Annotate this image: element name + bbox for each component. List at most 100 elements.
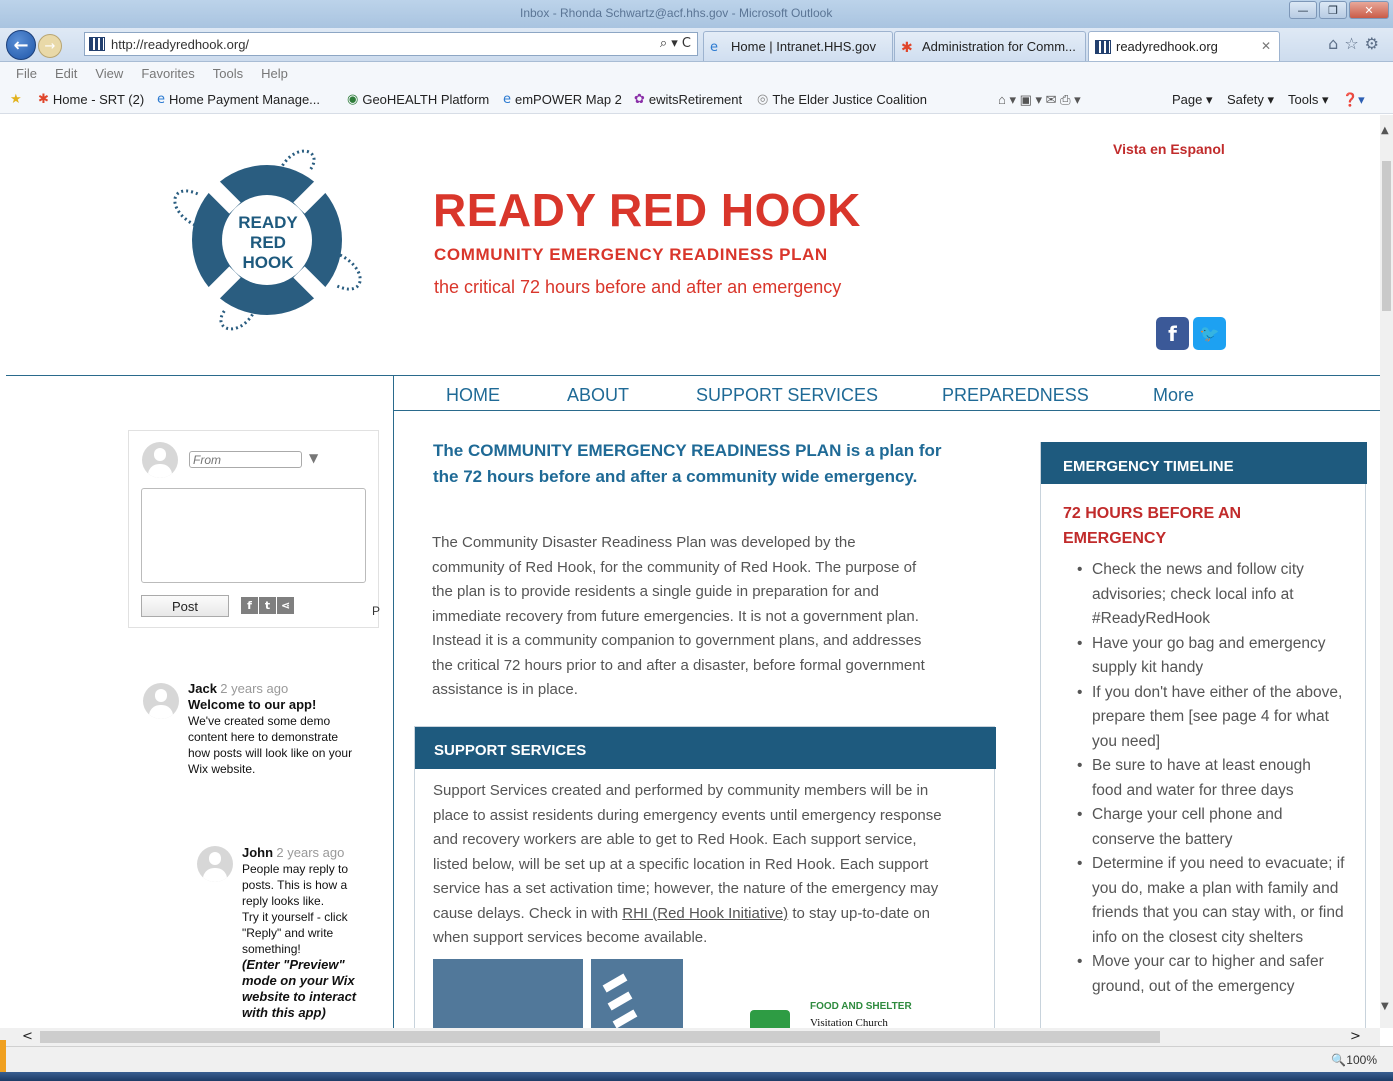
scroll-thumb[interactable] <box>40 1031 1160 1043</box>
facebook-icon[interactable]: f <box>241 597 258 614</box>
star-logo-icon: ✱ <box>901 39 913 56</box>
facebook-icon[interactable]: f <box>1156 317 1189 350</box>
tab-administration[interactable]: ✱ Administration for Comm... <box>894 31 1086 61</box>
web-page: READY RED HOOK READY RED HOOK COMMUNITY … <box>0 115 1380 1028</box>
address-bar: ⌕ ▾ C <box>84 32 698 56</box>
menu-view[interactable]: View <box>95 66 123 81</box>
nav-preparedness[interactable]: PREPAREDNESS <box>942 385 1089 406</box>
body-text: Support Services created and performed b… <box>433 782 942 922</box>
post-time: 2 years ago <box>220 681 289 696</box>
spanish-version-link[interactable]: Vista en Espanol <box>1113 141 1225 157</box>
page-menu[interactable]: Page ▾ <box>1172 92 1213 108</box>
safety-menu[interactable]: Safety ▾ <box>1227 92 1274 108</box>
twitter-icon[interactable]: t <box>259 597 276 614</box>
home-favorites-settings-icons[interactable]: ⌂☆⚙ <box>1328 34 1385 53</box>
post-body-line: reply looks like. <box>242 894 325 908</box>
list-item: John 2 years ago People may reply to pos… <box>242 845 382 1021</box>
horizontal-scrollbar[interactable]: < > <box>0 1028 1380 1046</box>
favorite-label: GeoHEALTH Platform <box>362 92 490 107</box>
scroll-thumb[interactable] <box>1382 161 1391 311</box>
favorite-label: Home - SRT (2) <box>52 92 145 107</box>
vertical-scrollbar[interactable]: ▲ ▼ <box>1380 115 1393 1028</box>
taskbar <box>0 1072 1393 1081</box>
list-item: Be sure to have at least enough food and… <box>1075 754 1345 803</box>
social-links: f 🐦 <box>1156 317 1226 350</box>
circle-logo-icon: ◎ <box>757 92 769 107</box>
tools-menu[interactable]: Tools ▾ <box>1288 92 1329 108</box>
menu-bar: File Edit View Favorites Tools Help <box>0 62 1393 84</box>
menu-help[interactable]: Help <box>261 66 288 81</box>
favorite-geohealth[interactable]: ◉ GeoHEALTH Platform <box>347 92 489 107</box>
menu-file[interactable]: File <box>16 66 37 81</box>
map-pier <box>612 1009 638 1028</box>
menu-edit[interactable]: Edit <box>55 66 77 81</box>
map-pier <box>602 973 628 993</box>
tab-intranet[interactable]: e Home | Intranet.HHS.gov <box>703 31 893 61</box>
menu-favorites[interactable]: Favorites <box>141 66 194 81</box>
close-window-button[interactable]: ✕ <box>1349 1 1389 19</box>
post-button[interactable]: Post <box>141 595 229 617</box>
forward-arrow-icon[interactable]: → <box>38 34 62 58</box>
tab-readyredhook[interactable]: readyredhook.org ✕ <box>1088 31 1280 61</box>
favorite-payment-manage[interactable]: e Home Payment Manage... <box>157 92 320 107</box>
column-divider <box>393 376 394 1028</box>
favorite-empower-map[interactable]: e emPOWER Map 2 <box>503 92 622 107</box>
favorites-star-icon[interactable]: ★ <box>10 92 22 107</box>
share-icons: f t ⋖ <box>241 597 294 614</box>
avatar <box>197 846 233 882</box>
minimize-button[interactable]: — <box>1289 1 1317 19</box>
address-input[interactable] <box>111 36 631 52</box>
post-body-line: how posts will look like on your <box>188 746 353 760</box>
menu-tools[interactable]: Tools <box>213 66 243 81</box>
nav-about[interactable]: ABOUT <box>567 385 629 406</box>
post-body-line: posts. This is how a <box>242 878 348 892</box>
search-refresh-icons[interactable]: ⌕ ▾ C <box>660 36 691 51</box>
post-emphasis-line: with this app) <box>242 1005 326 1020</box>
intro-heading: The COMMUNITY EMERGENCY READINESS PLAN i… <box>433 441 942 486</box>
site-favicon-icon <box>89 37 105 51</box>
food-shelter-icon[interactable] <box>750 1010 790 1028</box>
site-tagline: the critical 72 hours before and after a… <box>434 277 842 297</box>
chevron-up-icon[interactable]: ▲ <box>1381 125 1389 136</box>
ie-page-icon: e <box>503 92 511 107</box>
restore-button[interactable]: ❐ <box>1319 1 1347 19</box>
chevron-left-icon[interactable]: < <box>22 1029 33 1044</box>
share-icon[interactable]: ⋖ <box>277 597 294 614</box>
support-services-heading: SUPPORT SERVICES <box>415 727 996 769</box>
avatar <box>143 683 179 719</box>
zoom-level[interactable]: 🔍100% <box>1331 1053 1377 1067</box>
rhi-link[interactable]: RHI (Red Hook Initiative) <box>622 905 788 922</box>
status-bar: 🔍100% <box>0 1046 1393 1072</box>
intro-body: The Community Disaster Readiness Plan wa… <box>432 534 925 698</box>
chevron-down-icon[interactable]: ▼ <box>1381 1001 1389 1012</box>
chevron-right-icon[interactable]: > <box>1350 1029 1361 1044</box>
command-icons[interactable]: ⌂ ▾ ▣ ▾ ✉ ⎙ ▾ <box>998 92 1081 108</box>
favorite-home-srt[interactable]: ✱ Home - SRT (2) <box>38 92 144 107</box>
back-arrow-icon[interactable]: ← <box>6 30 36 60</box>
support-services-map[interactable] <box>433 959 683 1028</box>
emergency-timeline: EMERGENCY TIMELINE 72 HOURS BEFORE AN EM… <box>1040 442 1367 1028</box>
nav-more[interactable]: More <box>1153 385 1194 406</box>
site-logo[interactable]: READY RED HOOK <box>165 140 370 340</box>
post-author[interactable]: Jack <box>188 681 217 696</box>
post-emphasis-line: (Enter "Preview" <box>242 957 345 972</box>
globe-icon: ◉ <box>347 92 359 107</box>
timeline-list: Check the news and follow city advisorie… <box>1075 558 1345 999</box>
list-item: Check the news and follow city advisorie… <box>1075 558 1345 632</box>
favorites-bar: ★ ✱ Home - SRT (2) e Home Payment Manage..… <box>0 84 1393 114</box>
favorite-elder-justice[interactable]: ◎ The Elder Justice Coalition <box>757 92 927 107</box>
twitter-icon[interactable]: 🐦 <box>1193 317 1226 350</box>
comment-textarea[interactable] <box>141 488 366 583</box>
from-field[interactable] <box>189 451 302 468</box>
map-label: FOOD AND SHELTER <box>810 1001 912 1012</box>
nav-home[interactable]: HOME <box>446 385 500 406</box>
window-title: Inbox - Rhonda Schwartz@acf.hhs.gov - Mi… <box>520 6 833 20</box>
post-author[interactable]: John <box>242 845 273 860</box>
truncated-text: P <box>372 604 381 618</box>
tab-close-icon[interactable]: ✕ <box>1261 39 1271 53</box>
chevron-down-icon[interactable]: ▼ <box>309 451 318 465</box>
help-icon[interactable]: ❓▾ <box>1342 92 1365 108</box>
favorite-ewits[interactable]: ✿ ewitsRetirement <box>634 92 742 107</box>
nav-support-services[interactable]: SUPPORT SERVICES <box>696 385 878 406</box>
tab-label: readyredhook.org <box>1116 39 1218 54</box>
